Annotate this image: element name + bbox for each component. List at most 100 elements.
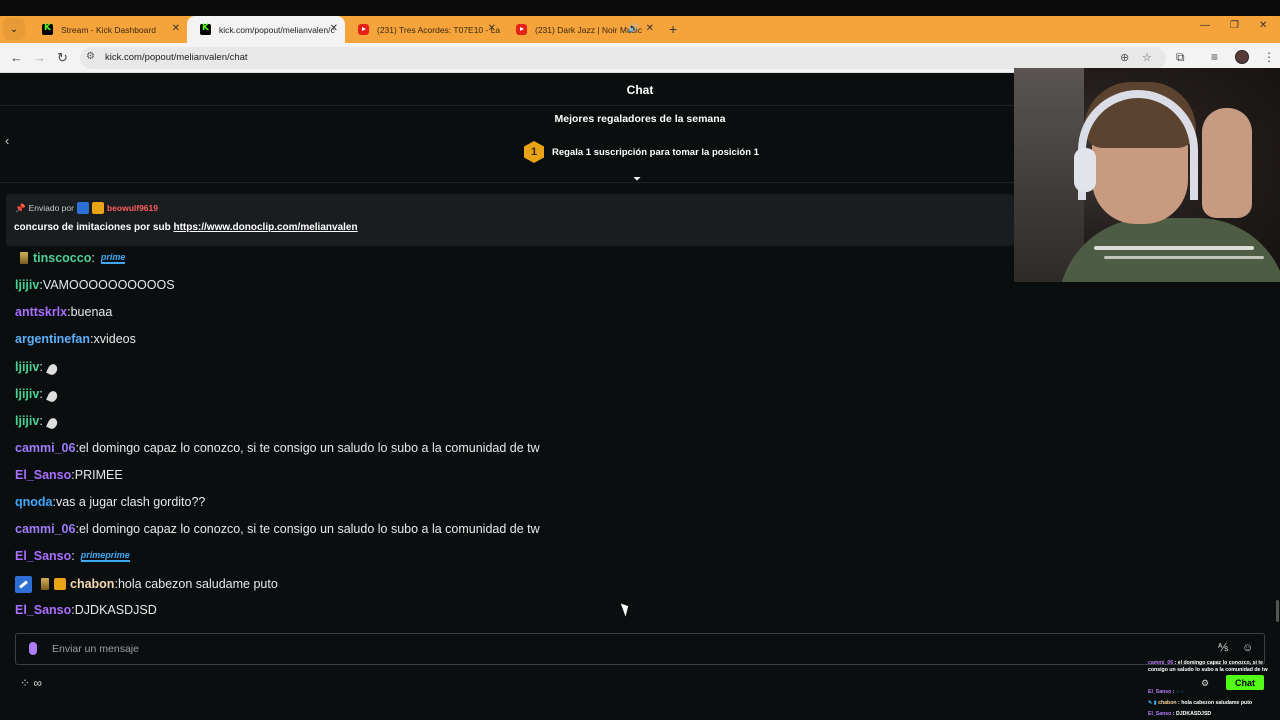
feather-emote-icon	[45, 416, 59, 430]
chat-username[interactable]: anttskrlx	[15, 305, 67, 319]
sub-badge-icon	[41, 578, 49, 590]
feather-emote-icon	[45, 389, 59, 403]
gift-prompt[interactable]: 1 Regala 1 suscripción para tomar la pos…	[524, 141, 759, 163]
site-info-icon[interactable]: ⚙	[86, 51, 95, 62]
chat-message: cammi_06: el domingo capaz lo conozco, s…	[15, 438, 540, 458]
overlay-text: DJDKASDJSD	[1175, 711, 1212, 717]
mic-icon[interactable]	[29, 642, 37, 655]
mouse-cursor-icon	[620, 601, 632, 617]
chat-input[interactable]	[52, 640, 1152, 658]
url-field[interactable]: ⚙ kick.com/popout/melianvalen/chat ⊕ ☆	[80, 47, 1166, 69]
chat-text: el domingo capaz lo conozco, si te consi…	[78, 522, 540, 536]
gift-prompt-text: Regala 1 suscripción para tomar la posic…	[552, 146, 759, 158]
close-icon[interactable]: ✕	[172, 23, 180, 34]
separator: :	[39, 387, 43, 401]
minimize-icon[interactable]: —	[1200, 20, 1210, 31]
chevron-left-icon[interactable]: ‹	[5, 133, 9, 148]
chat-text: DJDKASDJSD	[74, 603, 157, 617]
back-arrow-icon[interactable]: ←	[10, 50, 23, 65]
separator: :	[39, 360, 43, 374]
chat-username[interactable]: ljijiv	[15, 360, 39, 374]
tab-title: (231) Dark Jazz | Noir Music	[535, 24, 643, 35]
chat-message: ljijiv:	[15, 411, 59, 431]
youtube-favicon-icon	[358, 24, 369, 35]
chat-message: El_Sanso: PRIMEE	[15, 465, 123, 485]
chat-message: El_Sanso: DJDKASDJSD	[15, 600, 157, 620]
gear-icon: ⚙	[1201, 678, 1210, 688]
url-text[interactable]: kick.com/popout/melianvalen/chat	[105, 52, 248, 63]
pinned-text: concurso de imitaciones por sub https://…	[14, 222, 358, 233]
headset-icon	[1078, 90, 1198, 200]
kick-favicon-icon	[200, 23, 211, 35]
chat-text: buenaa	[70, 305, 113, 319]
chat-text: hola cabezon saludame puto	[117, 577, 278, 591]
chat-username[interactable]: qnoda	[15, 495, 53, 509]
emoji-icon[interactable]: ☺	[1242, 642, 1253, 654]
feather-emote-icon	[45, 362, 59, 376]
chat-username[interactable]: ljijiv	[15, 387, 39, 401]
pinned-text-body: concurso de imitaciones por sub	[14, 222, 174, 233]
pin-icon: 📌	[15, 202, 26, 213]
close-icon[interactable]: ✕	[330, 23, 338, 34]
message-composer: ⅍ ☺	[15, 633, 1265, 665]
chat-username[interactable]: ljijiv	[15, 414, 39, 428]
reload-icon[interactable]: ↻	[57, 50, 68, 66]
cam-sweater-stripe	[1094, 246, 1254, 250]
pinned-username[interactable]: beowulf9619	[107, 203, 158, 213]
collapse-icon[interactable]: ⏷	[633, 174, 641, 185]
chat-message: ljijiv:	[15, 384, 59, 404]
new-tab-button[interactable]: +	[669, 21, 677, 37]
chat-username[interactable]: ljijiv	[15, 278, 39, 292]
kick-favicon-icon	[42, 23, 53, 35]
chat-username[interactable]: cammi_06	[15, 441, 75, 455]
scrollbar[interactable]	[1276, 600, 1279, 622]
chat-username[interactable]: El_Sanso	[15, 468, 71, 482]
tab-kick-dashboard[interactable]: Stream - Kick Dashboard ✕	[29, 16, 187, 43]
forward-arrow-icon[interactable]: →	[33, 50, 46, 65]
overlay-line: El_Sanso : ◌ ◌	[1148, 689, 1184, 695]
cam-streamer-body	[1058, 218, 1280, 282]
speaker-icon[interactable]: 🔊	[628, 23, 639, 34]
menu-icon[interactable]: ⋮	[1263, 50, 1275, 64]
top-strip	[0, 0, 1280, 16]
extensions-icon[interactable]: ⧉	[1176, 50, 1185, 65]
pinned-link[interactable]: https://www.donoclip.com/melianvalen	[173, 222, 357, 233]
overlay-username: El_Sanso	[1148, 711, 1172, 717]
chat-username[interactable]: chabon	[70, 577, 114, 591]
chat-username[interactable]: El_Sanso	[15, 549, 71, 563]
translate-icon[interactable]: ⅍	[1218, 642, 1228, 654]
prime-emote: primeprime	[80, 550, 130, 562]
cam-earcup	[1074, 148, 1096, 192]
sent-by-label: Enviado por	[28, 203, 74, 213]
separator: :	[91, 251, 95, 265]
chat-message: tinscocco: prime	[15, 248, 126, 268]
youtube-favicon-icon	[516, 24, 527, 35]
maximize-icon[interactable]: ❐	[1230, 20, 1239, 31]
close-icon[interactable]: ✕	[488, 23, 496, 34]
chat-message: chabon: hola cabezon saludame puto	[15, 574, 278, 594]
crown-badge-icon	[91, 202, 104, 214]
chat-username[interactable]: argentinefan	[15, 332, 90, 346]
media-icon[interactable]: ≡	[1211, 50, 1218, 64]
separator: :	[39, 414, 43, 428]
chat-username[interactable]: tinscocco	[33, 251, 91, 265]
tab-dark-jazz[interactable]: (231) Dark Jazz | Noir Music 🔊 ✕	[503, 16, 661, 43]
star-icon[interactable]: ☆	[1142, 51, 1152, 64]
window-close-icon[interactable]: ✕	[1259, 20, 1267, 31]
chat-username[interactable]: El_Sanso	[15, 603, 71, 617]
tab-search-button[interactable]: ⌄	[3, 18, 25, 40]
tab-title: Stream - Kick Dashboard	[61, 24, 156, 35]
close-icon[interactable]: ✕	[646, 23, 654, 34]
chat-message: ljijiv:	[15, 357, 59, 377]
dots-icon[interactable]: ⁘	[20, 676, 30, 690]
infinity-icon[interactable]: ∞	[33, 676, 42, 690]
avatar[interactable]	[1235, 50, 1249, 64]
chat-username[interactable]: cammi_06	[15, 522, 75, 536]
zoom-icon[interactable]: ⊕	[1120, 51, 1129, 64]
overlay-text: hola cabezon saludame puto	[1181, 700, 1253, 706]
tab-kick-chat[interactable]: kick.com/popout/melianvalen/c ✕	[187, 16, 345, 43]
tab-tres-acordes[interactable]: (231) Tres Acordes: T07E10 - La ✕	[345, 16, 503, 43]
chat-message: ljijiv: VAMOOOOOOOOOOS	[15, 275, 175, 295]
separator: :	[71, 549, 75, 563]
overlay-chat-button: Chat	[1226, 675, 1264, 690]
